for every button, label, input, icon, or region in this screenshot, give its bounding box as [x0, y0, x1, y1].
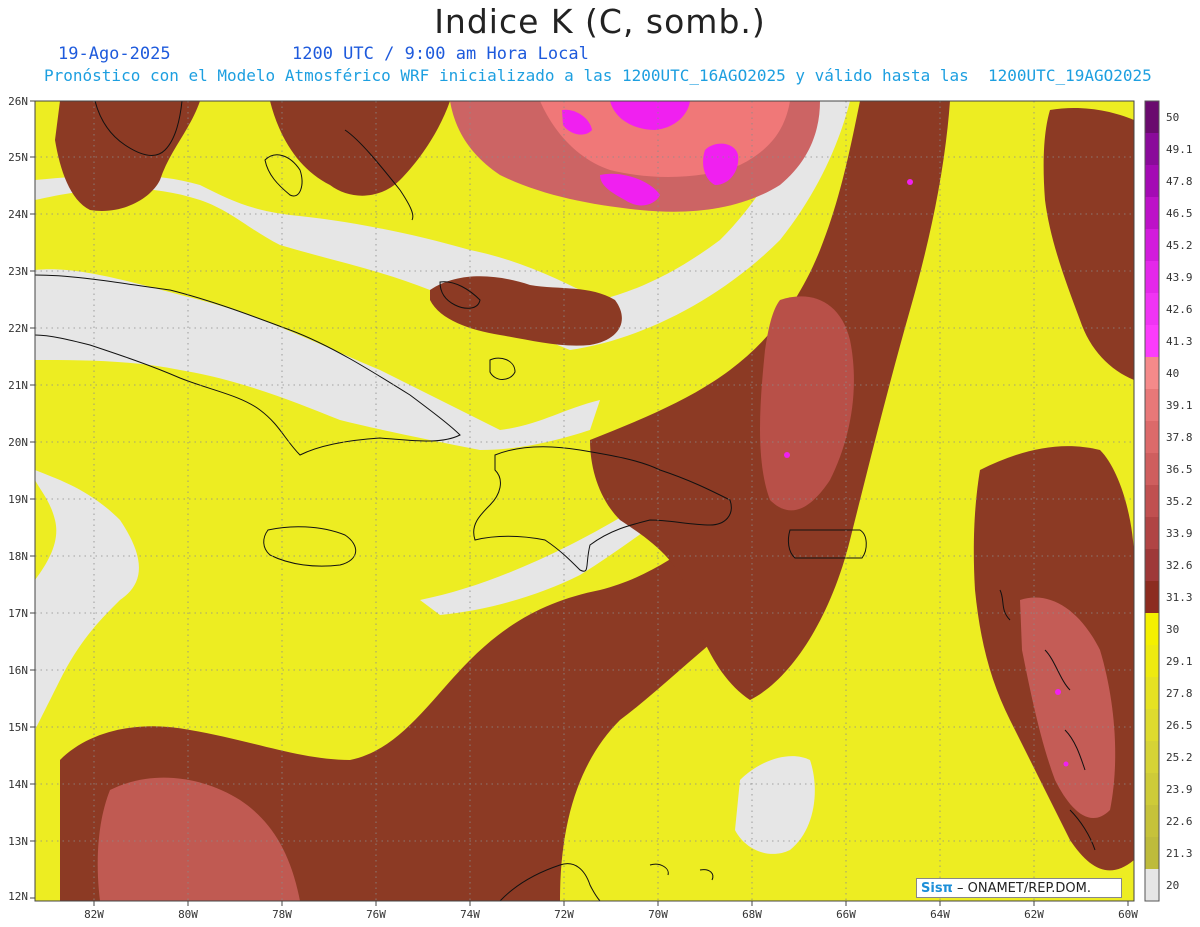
colorbar-label: 50 — [1166, 111, 1179, 124]
colorbar-swatch — [1145, 133, 1159, 166]
colorbar-swatch — [1145, 709, 1159, 742]
colorbar-label: 33.9 — [1166, 527, 1193, 540]
extreme-k-spot-central — [784, 452, 790, 458]
longitude-labels: 82W 80W 78W 76W 74W 72W 70W 68W 66W 64W … — [84, 908, 1138, 921]
colorbar-swatch — [1145, 517, 1159, 550]
lon-label: 74W — [460, 908, 480, 921]
colorbar-swatch — [1145, 389, 1159, 422]
colorbar-swatch — [1145, 293, 1159, 326]
colorbar-swatch — [1145, 197, 1159, 230]
colorbar-label: 43.9 — [1166, 271, 1193, 284]
colorbar-swatch — [1145, 677, 1159, 710]
credit-text: – ONAMET/REP.DOM. — [952, 881, 1091, 896]
lat-label: 12N — [8, 890, 28, 903]
colorbar-label: 49.1 — [1166, 143, 1193, 156]
latitude-labels: 26N 25N 24N 23N 22N 21N 20N 19N 18N 17N … — [8, 95, 28, 903]
colorbar-label: 47.8 — [1166, 175, 1193, 188]
lon-label: 72W — [554, 908, 574, 921]
lat-label: 21N — [8, 379, 28, 392]
colorbar-swatch — [1145, 645, 1159, 678]
colorbar-swatch — [1145, 613, 1159, 646]
lon-label: 82W — [84, 908, 104, 921]
lat-label: 19N — [8, 493, 28, 506]
colorbar: 50 49.1 47.8 46.5 45.2 43.9 42.6 41.3 40 39.1 37.8… — [1144, 100, 1193, 902]
lat-label: 23N — [8, 265, 28, 278]
extreme-k-spot-north — [907, 179, 913, 185]
colorbar-swatch — [1145, 261, 1159, 294]
lat-label: 20N — [8, 436, 28, 449]
colorbar-swatch — [1145, 741, 1159, 774]
colorbar-label: 32.6 — [1166, 559, 1193, 572]
lat-label: 16N — [8, 664, 28, 677]
colorbar-swatch — [1145, 101, 1159, 134]
colorbar-swatch — [1145, 581, 1159, 614]
colorbar-label: 46.5 — [1166, 207, 1193, 220]
colorbar-label: 31.3 — [1166, 591, 1193, 604]
lat-label: 22N — [8, 322, 28, 335]
colorbar-swatch — [1145, 453, 1159, 486]
credit-box: Sisπ – ONAMET/REP.DOM. — [916, 878, 1122, 898]
colorbar-label: 20 — [1166, 879, 1179, 892]
extreme-k-spot-east — [1055, 689, 1061, 695]
latitude-ticks — [30, 100, 35, 899]
colorbar-label: 42.6 — [1166, 303, 1193, 316]
lat-label: 25N — [8, 151, 28, 164]
colorbar-swatch — [1145, 549, 1159, 582]
k-index-map: 26N 25N 24N 23N 22N 21N 20N 19N 18N 17N … — [8, 95, 1193, 921]
lat-label: 13N — [8, 835, 28, 848]
colorbar-label: 41.3 — [1166, 335, 1193, 348]
lon-label: 62W — [1024, 908, 1044, 921]
colorbar-swatch — [1145, 357, 1159, 390]
lat-label: 18N — [8, 550, 28, 563]
colorbar-label: 25.2 — [1166, 751, 1193, 764]
colorbar-swatch — [1145, 869, 1159, 902]
colorbar-swatch — [1145, 805, 1159, 838]
colorbar-swatch — [1145, 325, 1159, 358]
lon-label: 60W — [1118, 908, 1138, 921]
colorbar-label: 37.8 — [1166, 431, 1193, 444]
colorbar-label: 23.9 — [1166, 783, 1193, 796]
lon-label: 64W — [930, 908, 950, 921]
colorbar-label: 35.2 — [1166, 495, 1193, 508]
longitude-ticks — [93, 901, 1129, 906]
lon-label: 66W — [836, 908, 856, 921]
lat-label: 24N — [8, 208, 28, 221]
colorbar-label: 27.8 — [1166, 687, 1193, 700]
colorbar-label: 30 — [1166, 623, 1179, 636]
lat-label: 14N — [8, 778, 28, 791]
sispi-logo: Sisπ — [921, 881, 953, 896]
colorbar-swatch — [1145, 485, 1159, 518]
colorbar-label: 29.1 — [1166, 655, 1193, 668]
lat-label: 17N — [8, 607, 28, 620]
lat-label: 26N — [8, 95, 28, 108]
lon-label: 76W — [366, 908, 386, 921]
colorbar-label: 22.6 — [1166, 815, 1193, 828]
colorbar-swatch — [1145, 773, 1159, 806]
colorbar-swatch — [1145, 229, 1159, 262]
colorbar-label: 39.1 — [1166, 399, 1193, 412]
colorbar-swatch — [1145, 165, 1159, 198]
lon-label: 78W — [272, 908, 292, 921]
colorbar-swatch — [1145, 837, 1159, 870]
colorbar-label: 36.5 — [1166, 463, 1193, 476]
lon-label: 70W — [648, 908, 668, 921]
colorbar-label: 21.3 — [1166, 847, 1193, 860]
colorbar-label: 26.5 — [1166, 719, 1193, 732]
lon-label: 80W — [178, 908, 198, 921]
lat-label: 15N — [8, 721, 28, 734]
lon-label: 68W — [742, 908, 762, 921]
colorbar-label: 40 — [1166, 367, 1179, 380]
map-plot-area — [35, 101, 1134, 901]
colorbar-swatch — [1145, 421, 1159, 454]
colorbar-label: 45.2 — [1166, 239, 1193, 252]
extreme-k-spot-east-2 — [1063, 761, 1069, 767]
